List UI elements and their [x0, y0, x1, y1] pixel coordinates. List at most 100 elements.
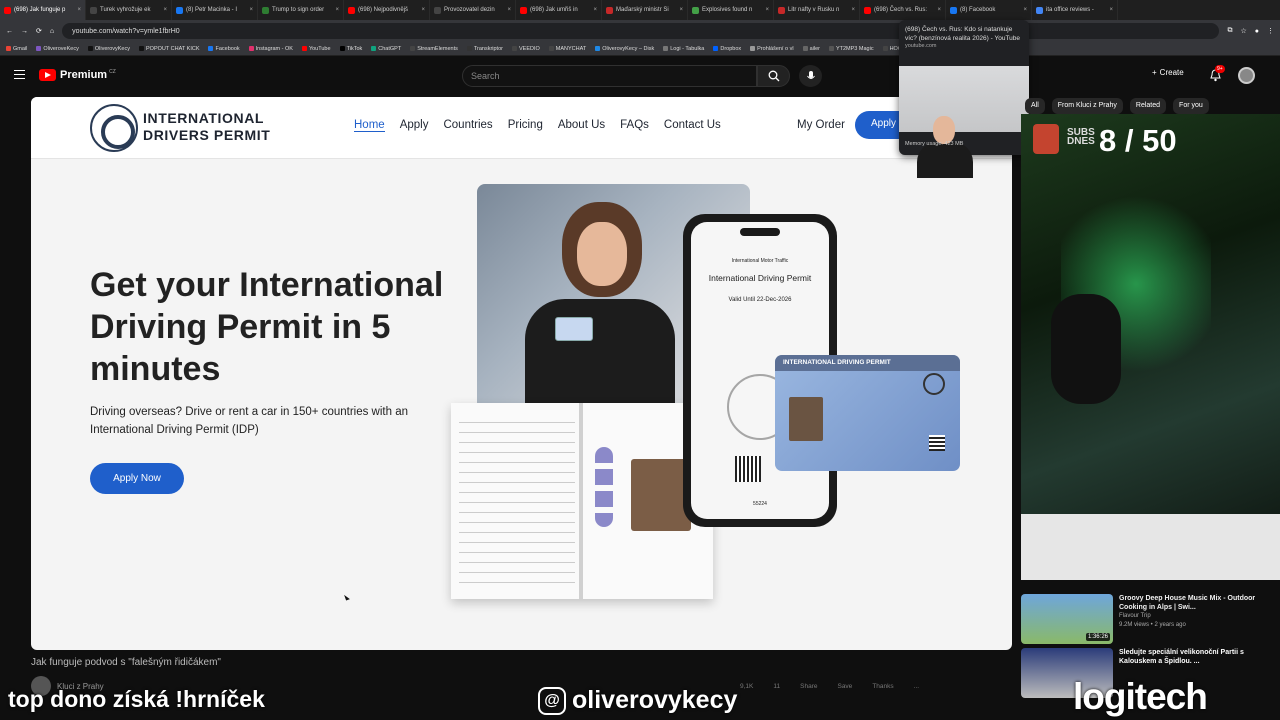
- tab-close-icon[interactable]: ×: [765, 7, 769, 13]
- browser-tab[interactable]: (8) Petr Macinka - I ×: [172, 0, 258, 20]
- bookmark-label: Instagram - OK: [255, 45, 293, 52]
- bookmark-label: Transkriptor: [473, 45, 503, 52]
- address-bar[interactable]: youtube.com/watch?v=ymle1fbrH0: [62, 23, 1220, 39]
- profile-icon[interactable]: ●: [1255, 28, 1259, 35]
- recommended-thumbnail[interactable]: 1:36:26: [1021, 594, 1113, 644]
- tab-close-icon[interactable]: ×: [1023, 7, 1027, 13]
- share-button[interactable]: Share: [800, 683, 817, 690]
- recommended-video[interactable]: 1:36:26 Groovy Deep House Music Mix - Ou…: [1021, 594, 1277, 644]
- related-chips: All From Kluci z Prahy Related For you: [1025, 98, 1209, 114]
- video-player[interactable]: INTERNATIONAL DRIVERS PERMIT Home Apply Co…: [31, 97, 1012, 650]
- create-button[interactable]: + Create: [1152, 68, 1184, 77]
- bookmark-item[interactable]: Gmail: [6, 46, 27, 52]
- bookmark-item[interactable]: Prohlášení o vl: [750, 46, 794, 52]
- chip-all[interactable]: All: [1025, 98, 1045, 114]
- browser-tab[interactable]: Provozovatel dezin ×: [430, 0, 516, 20]
- tab-close-icon[interactable]: ×: [937, 7, 941, 13]
- tab-close-icon[interactable]: ×: [851, 7, 855, 13]
- tab-close-icon[interactable]: ×: [593, 7, 597, 13]
- more-button[interactable]: ...: [914, 683, 919, 690]
- menu-dots-icon[interactable]: ⋮: [1267, 27, 1274, 35]
- tab-close-icon[interactable]: ×: [1109, 7, 1113, 13]
- bookmark-label: YouTube: [308, 45, 331, 52]
- bookmark-item[interactable]: YouTube: [301, 45, 331, 52]
- tab-label: (698) Jak funguje p: [14, 7, 66, 13]
- bookmark-favicon-icon: [802, 46, 808, 51]
- browser-tab[interactable]: Maďarský ministr Si ×: [602, 0, 688, 20]
- browser-tab[interactable]: Explosives found n ×: [688, 0, 774, 20]
- bookmark-label: YT2MP3 Magic: [835, 45, 874, 52]
- forward-icon[interactable]: →: [21, 28, 28, 35]
- tab-close-icon[interactable]: ×: [163, 7, 167, 13]
- tab-close-icon[interactable]: ×: [335, 7, 339, 13]
- brand-line-2: DRIVERS PERMIT: [143, 127, 271, 143]
- dislike-button[interactable]: 11: [773, 683, 780, 690]
- site-nav-faqs: FAQs: [620, 119, 649, 131]
- browser-tab[interactable]: Trump to sign order ×: [258, 0, 344, 20]
- search-button[interactable]: [757, 65, 790, 87]
- extensions-icon[interactable]: ⧉: [1227, 27, 1232, 35]
- browser-tab[interactable]: (8) Facebook ×: [946, 0, 1032, 20]
- hamburger-menu-icon[interactable]: [14, 70, 25, 79]
- browser-tab[interactable]: Turek vyhrožuje ek ×: [86, 0, 172, 20]
- tab-close-icon[interactable]: ×: [421, 7, 425, 13]
- browser-tab[interactable]: (698) Jak funguje p ×: [0, 0, 86, 20]
- browser-tab[interactable]: (698) Nejpodivnějš ×: [344, 0, 430, 20]
- bookmark-item[interactable]: YT2MP3 Magic: [828, 45, 874, 52]
- home-icon[interactable]: ⌂: [50, 28, 54, 35]
- bookmark-item[interactable]: Transkriptor: [466, 45, 503, 52]
- tab-close-icon[interactable]: ×: [249, 7, 253, 13]
- bookmark-item[interactable]: VEEDIO: [511, 46, 540, 52]
- create-label: Create: [1159, 68, 1184, 77]
- tab-close-icon[interactable]: ×: [679, 7, 683, 13]
- tab-label: (8) Petr Macinka - I: [186, 7, 238, 13]
- bookmark-item[interactable]: Dropbox: [713, 46, 741, 52]
- browser-tab[interactable]: (698) Jak umřiš in ×: [516, 0, 602, 20]
- tab-favicon-icon: [1036, 6, 1043, 14]
- chip-related[interactable]: Related: [1129, 98, 1167, 114]
- woman-body: [525, 299, 675, 414]
- bookmark-item[interactable]: Facebook: [208, 46, 240, 52]
- youtube-logo[interactable]: Premium CZ: [39, 69, 116, 81]
- bookmark-item[interactable]: MANYCHAT: [548, 46, 586, 52]
- search-input[interactable]: Search: [462, 65, 757, 87]
- chip-for-you[interactable]: For you: [1173, 98, 1209, 114]
- site-nav-links: Home Apply Countries Pricing About Us FAQs Con…: [354, 119, 721, 132]
- reload-icon[interactable]: ⟳: [36, 27, 42, 35]
- bookmark-item[interactable]: Instagram - OK: [248, 45, 293, 52]
- tab-close-icon[interactable]: ×: [507, 7, 511, 13]
- bookmark-favicon-icon: [595, 46, 601, 51]
- bookmark-item[interactable]: POPOUT CHAT KICK: [139, 46, 199, 52]
- tab-close-icon[interactable]: ×: [77, 7, 81, 13]
- recommended-title[interactable]: Groovy Deep House Music Mix - Outdoor Co…: [1119, 594, 1277, 612]
- voice-search-button[interactable]: [799, 65, 822, 87]
- bookmark-item[interactable]: ailer: [802, 46, 820, 52]
- my-order-link: My Order: [797, 119, 845, 131]
- like-button[interactable]: 9,1K: [740, 683, 753, 690]
- hero-subtext: Driving overseas? Drive or rent a car in…: [90, 406, 408, 436]
- tab-label: (8) Facebook: [960, 7, 996, 13]
- bookmark-item[interactable]: StreamElements: [410, 46, 458, 52]
- bookmark-item[interactable]: OliverovyKecy: [87, 45, 130, 52]
- star-icon[interactable]: ☆: [1240, 27, 1246, 35]
- bookmark-item[interactable]: ChatGPT: [371, 46, 401, 52]
- notifications-button[interactable]: 9+: [1209, 65, 1225, 87]
- bookmark-item[interactable]: OliverovyKecy – Disk: [595, 46, 654, 52]
- recommended-title[interactable]: Sledujte speciální velikonoční Partii s …: [1119, 648, 1277, 666]
- brand-line-1: INTERNATIONAL: [143, 110, 265, 126]
- site-nav-pricing: Pricing: [507, 119, 543, 131]
- browser-tab[interactable]: Litr nafty v Rusku n ×: [774, 0, 860, 20]
- browser-tab[interactable]: (698) Čech vs. Rus: ×: [860, 0, 946, 20]
- bookmark-item[interactable]: Logi - Tabulka: [663, 46, 704, 52]
- bookmark-item[interactable]: TikTok: [339, 46, 362, 52]
- account-avatar[interactable]: [1238, 67, 1255, 84]
- chip-from-kluci-z-prahy[interactable]: From Kluci z Prahy: [1051, 98, 1123, 114]
- save-button[interactable]: Save: [837, 683, 852, 690]
- bookmark-label: OliverovyKecy: [94, 45, 130, 52]
- back-icon[interactable]: ←: [6, 28, 13, 35]
- bookmark-item[interactable]: OliveroveKecy: [36, 46, 79, 52]
- bookmark-favicon-icon: [750, 46, 756, 51]
- bookmark-label: OliverovyKecy – Disk: [602, 45, 655, 52]
- browser-tab[interactable]: ita office reviews - ×: [1032, 0, 1118, 20]
- thanks-button[interactable]: Thanks: [872, 683, 893, 690]
